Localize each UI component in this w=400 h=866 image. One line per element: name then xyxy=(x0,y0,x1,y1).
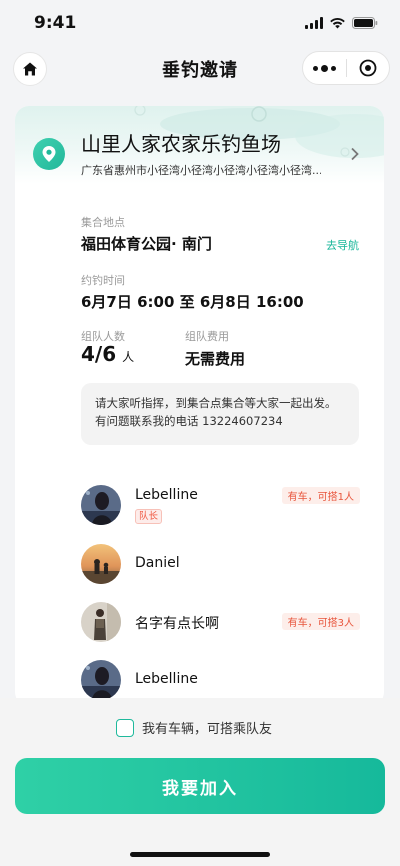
bottom-bar: 我有车辆，可搭乘队友 我要加入 xyxy=(0,698,400,866)
page-title: 垂钓邀请 xyxy=(162,60,238,81)
member-name: Daniel xyxy=(135,555,180,571)
chevron-right-icon xyxy=(350,146,360,165)
leader-badge: 队长 xyxy=(135,509,163,524)
signal-icon xyxy=(305,17,323,29)
car-option-label: 我有车辆，可搭乘队友 xyxy=(142,722,273,737)
battery-icon xyxy=(352,17,378,29)
close-button[interactable] xyxy=(347,59,390,77)
member-name: Lebelline xyxy=(135,671,198,687)
mini-program-capsule xyxy=(302,51,390,85)
meeting-point-value: 福田体育公园· 南门 xyxy=(81,235,212,253)
wifi-icon xyxy=(329,17,346,29)
team-count: 4/6 人 xyxy=(81,342,134,366)
member-item[interactable]: Lebelline xyxy=(81,660,361,702)
avatar xyxy=(81,660,121,700)
location-pin-icon xyxy=(33,138,65,170)
join-button[interactable]: 我要加入 xyxy=(15,758,385,814)
avatar xyxy=(81,602,121,642)
avatar xyxy=(81,485,121,525)
home-icon xyxy=(23,62,37,76)
member-item[interactable]: Lebelline 队长 有车，可搭1人 xyxy=(81,485,361,527)
meeting-point-label: 集合地点 xyxy=(81,216,125,229)
place-name: 山里人家农家乐钓鱼场 xyxy=(81,132,281,156)
invitation-card: 山里人家农家乐钓鱼场 广东省惠州市小径湾小径湾小径湾小径湾小径湾... 集合地点… xyxy=(15,106,384,706)
team-count-unit: 人 xyxy=(122,350,135,364)
time-label: 约钓时间 xyxy=(81,274,125,287)
member-name: Lebelline xyxy=(135,487,198,503)
avatar xyxy=(81,544,121,584)
nav-bar: 垂钓邀请 xyxy=(0,46,400,92)
member-item[interactable]: Daniel xyxy=(81,544,361,586)
team-fee-label: 组队费用 xyxy=(185,330,229,343)
team-fee-value: 无需费用 xyxy=(185,350,246,368)
notice-line: 有问题联系我的电话 13224607234 xyxy=(95,414,283,428)
time-value: 6月7日 6:00 至 6月8日 16:00 xyxy=(81,293,304,311)
status-icons xyxy=(305,17,378,29)
notice-line: 请大家听指挥，到集合点集合等大家一起出发。 xyxy=(95,396,337,410)
status-bar: 9:41 xyxy=(0,0,400,46)
car-option[interactable]: 我有车辆，可搭乘队友 xyxy=(116,718,272,737)
home-button[interactable] xyxy=(13,52,47,86)
home-indicator xyxy=(130,852,270,857)
team-count-value: 4/6 xyxy=(81,342,117,366)
car-badge: 有车，可搭1人 xyxy=(281,487,360,504)
more-button[interactable] xyxy=(303,64,346,72)
car-checkbox[interactable] xyxy=(116,718,134,737)
member-item[interactable]: 名字有点长啊 有车，可搭3人 xyxy=(81,602,361,644)
target-icon xyxy=(359,59,377,77)
place-header[interactable]: 山里人家农家乐钓鱼场 广东省惠州市小径湾小径湾小径湾小径湾小径湾... xyxy=(15,106,384,184)
member-name: 名字有点长啊 xyxy=(135,616,219,632)
organizer-notice: 请大家听指挥，到集合点集合等大家一起出发。 有问题联系我的电话 13224607… xyxy=(81,383,359,445)
car-badge: 有车，可搭3人 xyxy=(281,613,360,630)
navigate-link[interactable]: 去导航 xyxy=(326,237,359,253)
place-address: 广东省惠州市小径湾小径湾小径湾小径湾小径湾... xyxy=(81,164,321,177)
status-time: 9:41 xyxy=(34,13,77,33)
